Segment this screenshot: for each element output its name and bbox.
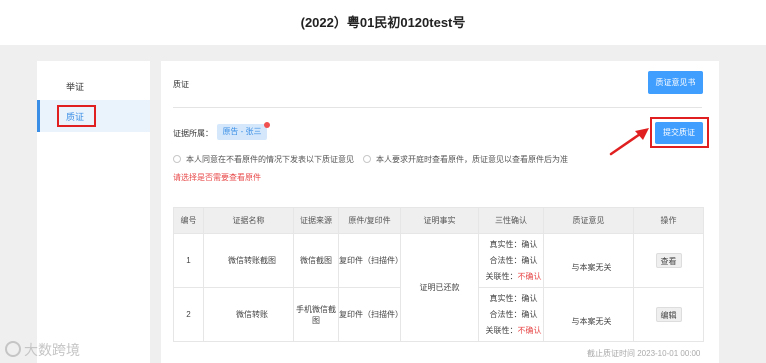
col-header: 证据来源 <box>293 207 339 234</box>
relevance-label: 关联性： <box>485 271 518 281</box>
notification-dot <box>264 122 270 128</box>
evidence-table: 编号 证据名称 证据来源 原件/复印件 证明事实 三性确认 质证意见 操作 1 … <box>173 207 704 342</box>
watermark-text: 大数跨境 <box>24 342 80 358</box>
table-row: 1 微信转账截图 微信截图 复印件（扫描件） 证明已还款 真实性：确认 合法性：… <box>173 233 704 342</box>
radio-label: 本人要求开庭时查看原件，质证意见以查看原件后为准 <box>376 155 568 164</box>
cell-action: 编辑 <box>633 287 704 342</box>
evidence-belong-label: 证据所属： <box>173 129 213 138</box>
cell-source: 手机微信截图 <box>293 287 339 342</box>
relevance-label: 关联性： <box>485 325 518 335</box>
col-header: 证据名称 <box>203 207 294 234</box>
legality-label: 合法性： <box>489 309 522 319</box>
cell-action: 查看 <box>633 233 704 288</box>
cell-fact: 证明已还款 <box>400 233 479 342</box>
cell-opinion: 与本案无关 <box>543 233 634 288</box>
cell-name: 微信转账 <box>203 287 294 342</box>
authenticity-value: 确认 <box>521 293 538 303</box>
legality-value: 确认 <box>521 255 538 265</box>
cell-three-properties: 真实性：确认 合法性：确认 关联性：不确认 <box>478 287 544 342</box>
validation-warning: 请选择是否需要查看原件 <box>173 173 261 182</box>
cell-opinion: 与本案无关 <box>543 287 634 342</box>
col-header: 操作 <box>633 207 704 234</box>
radio-option-no-original[interactable]: 本人同意在不看原件的情况下发表以下质证意见 <box>173 154 354 165</box>
radio-circle-icon <box>173 155 181 163</box>
deadline-text: 截止质证时间 2023-10-01 00:00 <box>587 349 701 358</box>
col-header: 证明事实 <box>400 207 479 234</box>
relevance-value: 不确认 <box>517 271 542 281</box>
col-header: 三性确认 <box>478 207 544 234</box>
cell-three-properties: 真实性：确认 合法性：确认 关联性：不确认 <box>478 233 544 288</box>
radio-label: 本人同意在不看原件的情况下发表以下质证意见 <box>186 155 354 164</box>
top-header: (2022）粤01民初0120test号 <box>0 0 766 45</box>
relevance-value: 不确认 <box>517 325 542 335</box>
annotation-arrow-icon <box>609 128 649 156</box>
table-header-row: 编号 证据名称 证据来源 原件/复印件 证明事实 三性确认 质证意见 操作 <box>173 207 704 234</box>
annotation-highlight-box <box>57 105 96 127</box>
legality-value: 确认 <box>521 309 538 319</box>
case-title: (2022）粤01民初0120test号 <box>300 15 466 30</box>
watermark-logo-icon <box>5 341 21 357</box>
edit-button[interactable]: 编辑 <box>655 307 682 322</box>
divider <box>173 107 702 108</box>
sidebar: 举证 质证 <box>37 61 150 363</box>
legality-label: 合法性： <box>489 255 522 265</box>
cell-no: 1 <box>173 233 204 288</box>
sidebar-item-evidence[interactable]: 举证 <box>37 70 150 102</box>
col-header: 编号 <box>173 207 204 234</box>
col-header: 原件/复印件 <box>338 207 401 234</box>
sidebar-item-cross-examination[interactable]: 质证 <box>37 100 150 132</box>
cell-no: 2 <box>173 287 204 342</box>
authenticity-label: 真实性： <box>489 293 522 303</box>
section-title: 质证 <box>173 80 189 89</box>
view-button[interactable]: 查看 <box>655 253 682 268</box>
sidebar-item-label: 举证 <box>66 82 85 92</box>
main-panel: 质证 质证意见书 证据所属： 原告 - 张三 提交质证 本人同意在不看原件的情况… <box>161 61 719 363</box>
evidence-belong-tag[interactable]: 原告 - 张三 <box>217 124 267 140</box>
annotation-highlight-box <box>650 117 709 148</box>
col-header: 质证意见 <box>543 207 634 234</box>
cell-source: 微信截图 <box>293 233 339 288</box>
cell-copy-type: 复印件（扫描件） <box>338 287 403 342</box>
radio-option-view-original[interactable]: 本人要求开庭时查看原件，质证意见以查看原件后为准 <box>363 154 568 165</box>
authenticity-value: 确认 <box>521 239 538 249</box>
watermark: 大数跨境 <box>5 340 80 360</box>
opinion-document-button[interactable]: 质证意见书 <box>648 71 703 94</box>
authenticity-label: 真实性： <box>489 239 522 249</box>
cell-name: 微信转账截图 <box>203 233 294 288</box>
radio-circle-icon <box>363 155 371 163</box>
cell-copy-type: 复印件（扫描件） <box>338 233 403 288</box>
